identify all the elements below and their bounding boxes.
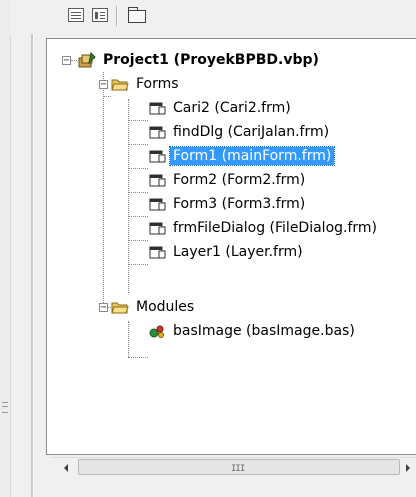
view-object-icon[interactable] bbox=[92, 8, 108, 22]
horizontal-scrollbar[interactable]: III bbox=[50, 457, 416, 477]
tree-node-form[interactable]: Form3 (Form3.frm) bbox=[148, 193, 308, 215]
project-explorer-toolbar bbox=[10, 0, 416, 34]
tree-node-form[interactable]: Form2 (Form2.frm) bbox=[148, 169, 308, 191]
thumb-grip-icon: III bbox=[231, 464, 245, 474]
expander-project[interactable]: − bbox=[62, 56, 71, 66]
form-icon bbox=[148, 124, 166, 140]
tree-hline bbox=[71, 60, 77, 61]
view-code-icon[interactable] bbox=[68, 8, 84, 22]
tree-hline bbox=[128, 357, 148, 358]
form-icon bbox=[148, 220, 166, 236]
expander-modules[interactable]: − bbox=[99, 303, 108, 313]
tree-label: Modules bbox=[136, 299, 195, 315]
project-tree[interactable]: − Project1 (ProyekBPBD.vbp) − Forms Cari… bbox=[46, 38, 416, 455]
tree-node-form[interactable]: frmFileDialog (FileDialog.frm) bbox=[148, 217, 380, 239]
tree-label: Layer1 (Layer.frm) bbox=[173, 244, 303, 260]
expander-forms[interactable]: − bbox=[99, 80, 108, 90]
tree-node-form[interactable]: Cari2 (Cari2.frm) bbox=[148, 97, 294, 119]
scroll-left-arrow-icon[interactable] bbox=[64, 464, 68, 472]
tree-label: Form2 (Form2.frm) bbox=[173, 172, 306, 188]
left-panel-strip bbox=[0, 0, 11, 497]
panel-splitter[interactable] bbox=[31, 0, 34, 497]
tree-node-modules-folder[interactable]: Modules bbox=[111, 296, 197, 318]
tree-label: basImage (basImage.bas) bbox=[173, 323, 355, 339]
tree-label: Form1 (mainForm.frm) bbox=[168, 146, 336, 166]
tree-hline bbox=[128, 168, 148, 169]
tree-node-project[interactable]: Project1 (ProyekBPBD.vbp) bbox=[78, 49, 322, 71]
tree-label: Cari2 (Cari2.frm) bbox=[173, 100, 291, 116]
form-icon bbox=[148, 148, 166, 164]
tree-node-module[interactable]: basImage (basImage.bas) bbox=[148, 320, 358, 342]
module-icon bbox=[148, 323, 166, 339]
tree-label: Forms bbox=[136, 76, 179, 92]
splitter-grip-icon[interactable] bbox=[2, 402, 8, 413]
tree-node-form-selected[interactable]: Form1 (mainForm.frm) bbox=[148, 145, 336, 167]
form-icon bbox=[148, 172, 166, 188]
tree-hline bbox=[128, 240, 148, 241]
tree-node-form[interactable]: findDlg (CariJalan.frm) bbox=[148, 121, 332, 143]
tree-label: frmFileDialog (FileDialog.frm) bbox=[173, 220, 378, 236]
scroll-right-arrow-icon[interactable] bbox=[406, 464, 410, 472]
tree-node-forms-folder[interactable]: Forms bbox=[111, 73, 182, 95]
tree-hline bbox=[128, 216, 148, 217]
tree-line-root bbox=[103, 72, 104, 307]
form-icon bbox=[148, 244, 166, 260]
tree-node-form[interactable]: Layer1 (Layer.frm) bbox=[148, 241, 306, 263]
tree-hline bbox=[128, 144, 148, 145]
tree-label: Form3 (Form3.frm) bbox=[173, 196, 306, 212]
form-icon bbox=[148, 100, 166, 116]
form-icon bbox=[148, 196, 166, 212]
tree-hline bbox=[128, 192, 148, 193]
folder-icon bbox=[111, 76, 129, 92]
toolbar-divider bbox=[116, 6, 118, 26]
tree-hline bbox=[128, 264, 148, 265]
toggle-folders-icon[interactable] bbox=[128, 7, 146, 23]
scrollbar-thumb[interactable]: III bbox=[78, 459, 400, 475]
folder-icon bbox=[111, 299, 129, 315]
tree-hline bbox=[103, 96, 111, 97]
tree-label: Project1 (ProyekBPBD.vbp) bbox=[103, 52, 319, 68]
tree-hline bbox=[128, 120, 148, 121]
tree-label: findDlg (CariJalan.frm) bbox=[173, 124, 330, 140]
project-icon bbox=[78, 52, 96, 68]
tree-line-modules bbox=[128, 321, 129, 357]
